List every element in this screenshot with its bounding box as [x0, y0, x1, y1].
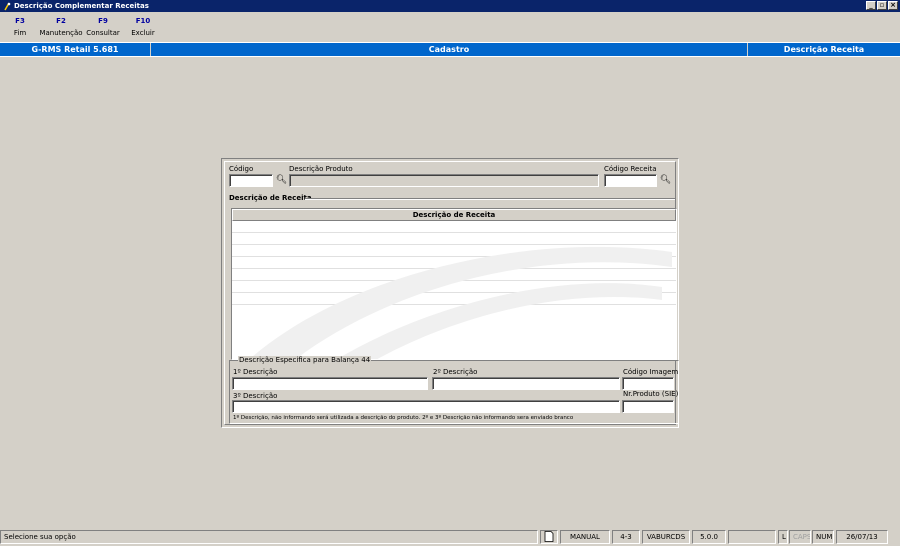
status-message: Selecione sua opção [0, 530, 538, 544]
nr-produto-input[interactable] [622, 400, 674, 413]
watermark-swoosh [252, 246, 672, 359]
balanca-group-title: Descrição Especifica para Balança 44 [238, 356, 372, 364]
module-name: Cadastro [151, 43, 748, 56]
status-code: 4-3 [612, 530, 640, 544]
minimize-button[interactable]: _ [866, 1, 876, 10]
status-caps: CAPS [789, 530, 811, 544]
codigo-receita-input[interactable] [604, 174, 657, 187]
balanca-group: Descrição Especifica para Balança 44 1º … [229, 356, 679, 424]
recipe-form-panel: Código 🔍︎ Descrição Produto Código Recei… [221, 158, 679, 428]
status-empty [728, 530, 776, 544]
restore-button[interactable]: ▫ [877, 1, 887, 10]
status-bar: Selecione sua opção MANUAL 4-3 VABURCDS … [0, 528, 900, 546]
binoculars-icon[interactable]: 🔍︎ [275, 174, 288, 187]
descricao-produto-field [289, 174, 599, 187]
screen-name: Descrição Receita [783, 45, 865, 54]
fkey-excluir-button[interactable]: F10 Excluir [124, 14, 162, 42]
desc1-input[interactable] [232, 377, 428, 390]
group-divider [305, 198, 675, 200]
fkey-code: F2 [56, 17, 66, 25]
status-date: 26/07/13 [836, 530, 888, 544]
codigo-imagem-label: Código Imagem [623, 368, 679, 376]
grid-column-header: Descrição de Receita [232, 209, 676, 221]
nr-produto-label: Nr.Produto (SIE) [623, 390, 679, 398]
status-user: VABURCDS [642, 530, 690, 544]
descricao-produto-label: Descrição Produto [289, 165, 353, 173]
fkey-consultar-button[interactable]: F9 Consultar [82, 14, 124, 42]
app-icon [4, 2, 11, 10]
fkey-code: F10 [135, 17, 151, 25]
fkey-label: Excluir [131, 29, 155, 37]
desc1-label: 1º Descrição [233, 368, 278, 376]
codigo-imagem-input[interactable] [622, 377, 674, 390]
fkey-code: F9 [98, 17, 108, 25]
window-title: Descrição Complementar Receitas [14, 2, 149, 10]
codigo-label: Código [229, 165, 254, 173]
desc2-label: 2º Descrição [433, 368, 478, 376]
close-button[interactable]: × [888, 1, 898, 10]
fkey-fim-button[interactable]: F3 Fim [0, 14, 40, 42]
window-titlebar: Descrição Complementar Receitas _ ▫ × [0, 0, 900, 12]
system-name: G-RMS Retail 5.681 [0, 43, 151, 56]
desc3-input[interactable] [232, 400, 620, 413]
fkey-manutencao-button[interactable]: F2 Manutenção [39, 14, 83, 42]
footnote-text: 1º Descrição, não informando será utiliz… [233, 415, 574, 421]
status-mode: MANUAL [560, 530, 610, 544]
fkey-code: F3 [15, 17, 25, 25]
function-key-toolbar: F3 Fim F2 Manutenção F9 Consultar F10 Ex… [0, 14, 162, 42]
desc3-label: 3º Descrição [233, 392, 278, 400]
codigo-receita-label: Código Receita [604, 165, 657, 173]
desc2-input[interactable] [432, 377, 620, 390]
binoculars-icon[interactable]: 🔍︎ [659, 174, 672, 187]
grid-group-title: Descrição de Receita [229, 194, 312, 202]
codigo-input[interactable] [229, 174, 273, 187]
recipe-form-inner: Código 🔍︎ Descrição Produto Código Recei… [224, 161, 679, 425]
fkey-label: Fim [13, 29, 27, 37]
status-l: L [778, 530, 788, 544]
status-num: NUM [812, 530, 834, 544]
recipe-description-grid[interactable]: Descrição de Receita [231, 208, 677, 360]
fkey-label: Consultar [86, 29, 120, 37]
header-bar: G-RMS Retail 5.681 Cadastro Descrição Re… [0, 42, 900, 57]
fkey-label: Manutenção [39, 29, 83, 37]
document-icon [540, 530, 558, 544]
status-version: 5.0.0 [692, 530, 726, 544]
